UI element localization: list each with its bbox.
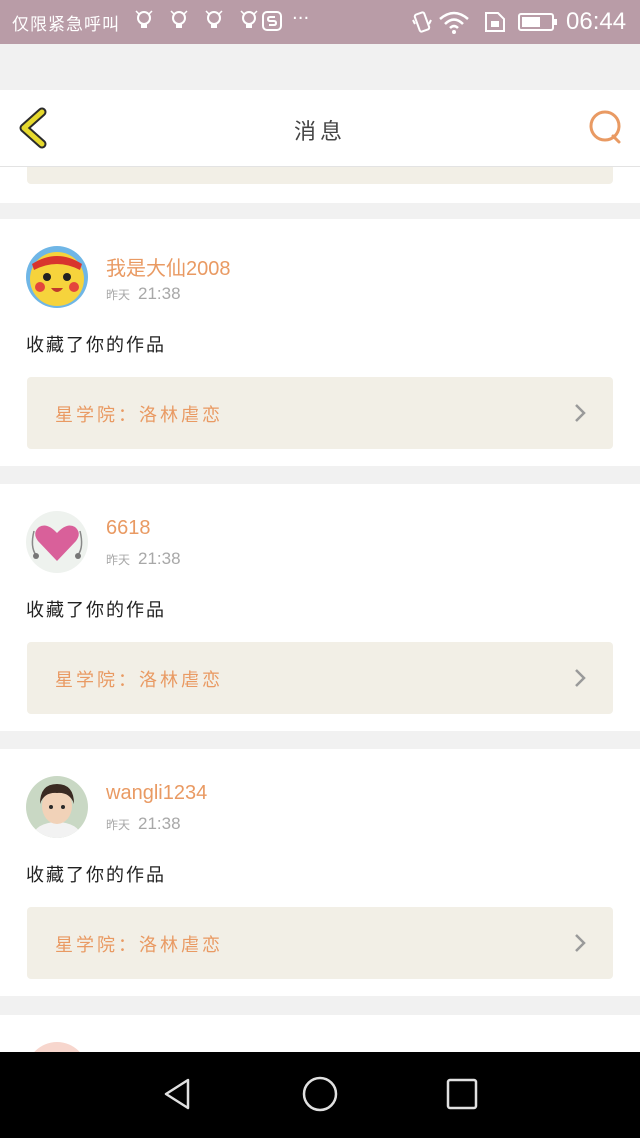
wifi-icon [439,11,469,34]
previous-card-partial [0,167,640,203]
recents-square-icon[interactable] [442,1074,482,1114]
vibrate-icon [412,11,432,33]
more-icon: ··· [292,8,310,29]
next-card-partial [0,1015,640,1104]
work-link[interactable]: 星学院：洛林虐恋 [27,377,613,449]
previous-work-link-partial[interactable] [27,167,613,184]
username[interactable]: 我是大仙2008 [106,252,231,281]
chevron-right-icon [575,934,586,952]
username[interactable]: wangli1234 [106,782,207,805]
work-title: 星学院：洛林虐恋 [55,405,223,426]
bulb-icon [205,10,223,28]
username[interactable]: 6618 [106,517,151,540]
search-button[interactable] [585,108,625,148]
bulb-icon [240,10,258,28]
notification-icons [134,9,269,35]
heart-avatar-icon [26,511,88,573]
system-navigation-bar [0,1052,640,1138]
chevron-right-icon [575,404,586,422]
work-link[interactable]: 星学院：洛林虐恋 [27,907,613,979]
work-title: 星学院：洛林虐恋 [55,670,223,691]
timestamp-day: 昨天 [106,553,131,567]
notification-card: 6618 昨天 21:38 收藏了你的作品 星学院：洛林虐恋 [0,484,640,731]
work-link[interactable]: 星学院：洛林虐恋 [27,642,613,714]
sim-icon [485,12,505,32]
status-carrier-text: 仅限紧急呼叫 [12,15,120,35]
search-icon [589,110,621,144]
timestamp-time: 21:38 [138,814,181,833]
notification-action-text: 收藏了你的作品 [26,600,166,621]
page-title: 消息 [293,120,346,145]
timestamp: 昨天 21:38 [106,814,181,834]
back-triangle-icon[interactable] [158,1074,198,1114]
top-app-bar: 消息 [0,90,640,167]
status-bar: 仅限紧急呼叫 ··· 06:44 [0,0,640,44]
timestamp-day: 昨天 [106,288,131,302]
avatar[interactable] [26,246,88,308]
notification-action-text: 收藏了你的作品 [26,335,166,356]
child-photo-avatar-icon [26,776,88,838]
bulb-icon [170,10,188,28]
notification-list: 我是大仙2008 昨天 21:38 收藏了你的作品 星学院：洛林虐恋 6618 昨… [0,219,640,1014]
notification-card: 我是大仙2008 昨天 21:38 收藏了你的作品 星学院：洛林虐恋 [0,219,640,466]
avatar[interactable] [26,776,88,838]
timestamp-time: 21:38 [138,549,181,568]
work-title: 星学院：洛林虐恋 [55,935,223,956]
pikachu-avatar-icon [26,246,88,308]
timestamp: 昨天 21:38 [106,549,181,569]
battery-icon [518,13,557,31]
timestamp-time: 21:38 [138,284,181,303]
notification-card: wangli1234 昨天 21:38 收藏了你的作品 星学院：洛林虐恋 [0,749,640,996]
status-time: 06:44 [566,8,627,35]
avatar[interactable] [26,511,88,573]
notification-action-text: 收藏了你的作品 [26,865,166,886]
chevron-right-icon [575,669,586,687]
home-circle-icon[interactable] [300,1074,340,1114]
timestamp-day: 昨天 [106,818,131,832]
s-app-icon [262,11,282,31]
bulb-icon [135,10,153,28]
timestamp: 昨天 21:38 [106,284,181,304]
